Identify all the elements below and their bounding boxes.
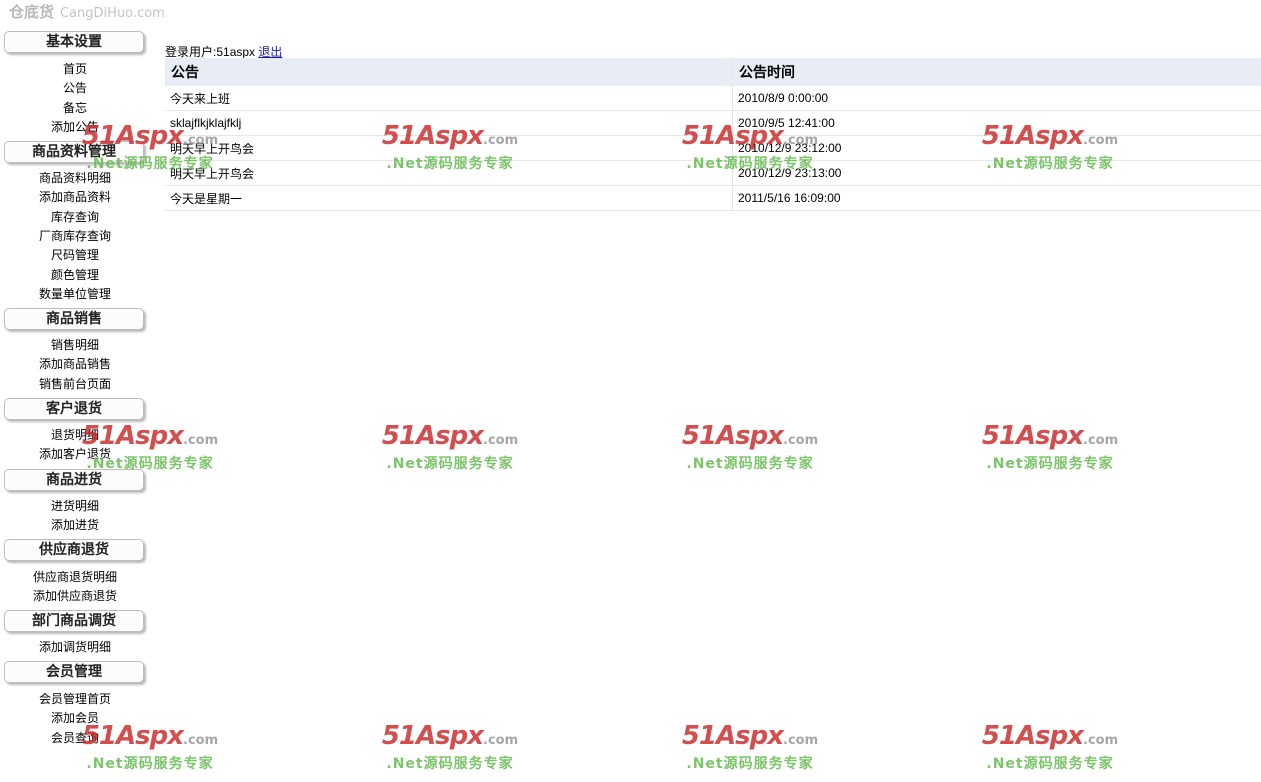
sidebar-item[interactable]: 添加进货 — [0, 516, 150, 535]
sidebar-nav: 基本设置首页公告备忘添加公告商品资料管理商品资料明细添加商品资料库存查询厂商库存… — [0, 0, 150, 735]
watermark-suffix: .com — [483, 733, 518, 748]
watermark-suffix: .com — [1083, 433, 1118, 448]
table-row[interactable]: 今天来上班2010/8/9 0:00:00 — [165, 86, 1261, 111]
sidebar-section-header[interactable]: 商品销售 — [4, 308, 144, 330]
watermark-brand: 51Aspx.com — [380, 422, 520, 455]
watermark-suffix: .com — [783, 433, 818, 448]
login-label: 登录用户: — [165, 45, 216, 59]
watermark-tagline: .Net源码服务专家 — [80, 755, 220, 773]
notice-title-cell: sklajflkjklajfklj — [165, 111, 733, 136]
watermark-tagline: .Net源码服务专家 — [680, 455, 820, 473]
sidebar-section-header[interactable]: 基本设置 — [4, 31, 144, 53]
watermark-brand-text: 51Aspx — [982, 421, 1083, 451]
watermark-brand: 51Aspx.com — [980, 422, 1120, 455]
column-header-time[interactable]: 公告时间 — [733, 58, 1261, 86]
sidebar-item[interactable]: 公告 — [0, 79, 150, 98]
watermark-brand-text: 51Aspx — [682, 721, 783, 751]
table-row[interactable]: sklajflkjklajfklj2010/9/5 12:41:00 — [165, 111, 1261, 136]
sidebar-item[interactable]: 添加商品资料 — [0, 188, 150, 207]
watermark-brand-text: 51Aspx — [382, 721, 483, 751]
watermark: 51Aspx.com.Net源码服务专家 — [980, 422, 1120, 482]
sidebar-section-header[interactable]: 商品进货 — [4, 469, 144, 491]
notice-time-cell: 2010/12/9 23:13:00 — [733, 161, 1261, 186]
sidebar-item[interactable]: 添加会员 — [0, 709, 150, 728]
notice-title-cell: 明天早上开鸟会 — [165, 161, 733, 186]
watermark: 51Aspx.com.Net源码服务专家 — [680, 422, 820, 482]
watermark: 51Aspx.com.Net源码服务专家 — [980, 722, 1120, 782]
sidebar-item[interactable]: 库存查询 — [0, 208, 150, 227]
watermark-tagline: .Net源码服务专家 — [680, 755, 820, 773]
notice-title-cell: 今天来上班 — [165, 86, 733, 111]
notice-time-cell: 2010/8/9 0:00:00 — [733, 86, 1261, 111]
watermark-brand-text: 51Aspx — [682, 421, 783, 451]
sidebar-item[interactable]: 会员查询 — [0, 729, 150, 748]
watermark-brand: 51Aspx.com — [980, 722, 1120, 755]
sidebar-item[interactable]: 厂商库存查询 — [0, 227, 150, 246]
sidebar-item[interactable]: 首页 — [0, 60, 150, 79]
watermark-brand-text: 51Aspx — [982, 721, 1083, 751]
watermark: 51Aspx.com.Net源码服务专家 — [380, 722, 520, 782]
username: 51aspx — [216, 45, 255, 59]
table-row[interactable]: 明天早上开鸟会2010/12/9 23:12:00 — [165, 136, 1261, 161]
watermark-tagline: .Net源码服务专家 — [380, 755, 520, 773]
sidebar-item[interactable]: 备忘 — [0, 99, 150, 118]
sidebar-section-header[interactable]: 部门商品调货 — [4, 610, 144, 632]
sidebar-item[interactable]: 数量单位管理 — [0, 285, 150, 304]
sidebar-item[interactable]: 商品资料明细 — [0, 169, 150, 188]
watermark: 51Aspx.com.Net源码服务专家 — [380, 422, 520, 482]
sidebar-item[interactable]: 销售明细 — [0, 336, 150, 355]
watermark-brand: 51Aspx.com — [380, 722, 520, 755]
watermark-brand: 51Aspx.com — [680, 422, 820, 455]
watermark-suffix: .com — [783, 733, 818, 748]
sidebar-section-header[interactable]: 会员管理 — [4, 661, 144, 683]
notice-time-cell: 2010/12/9 23:12:00 — [733, 136, 1261, 161]
notice-title-cell: 明天早上开鸟会 — [165, 136, 733, 161]
sidebar-item[interactable]: 尺码管理 — [0, 246, 150, 265]
watermark-tagline: .Net源码服务专家 — [980, 755, 1120, 773]
sidebar-item[interactable]: 添加调货明细 — [0, 638, 150, 657]
notice-table: 公告 公告时间 今天来上班2010/8/9 0:00:00sklajflkjkl… — [165, 58, 1261, 211]
watermark-tagline: .Net源码服务专家 — [980, 455, 1120, 473]
sidebar-item[interactable]: 添加商品销售 — [0, 355, 150, 374]
sidebar-section-header[interactable]: 商品资料管理 — [4, 141, 144, 163]
sidebar-item[interactable]: 进货明细 — [0, 497, 150, 516]
sidebar-section-header[interactable]: 客户退货 — [4, 398, 144, 420]
watermark-suffix: .com — [1083, 733, 1118, 748]
logout-link[interactable]: 退出 — [258, 45, 282, 59]
watermark-brand: 51Aspx.com — [680, 722, 820, 755]
table-header-row: 公告 公告时间 — [165, 58, 1261, 86]
sidebar-item[interactable]: 添加客户退货 — [0, 445, 150, 464]
notice-time-cell: 2011/5/16 16:09:00 — [733, 186, 1261, 211]
watermark-brand-text: 51Aspx — [382, 421, 483, 451]
sidebar-item[interactable]: 会员管理首页 — [0, 690, 150, 709]
sidebar-item[interactable]: 添加供应商退货 — [0, 587, 150, 606]
sidebar-item[interactable]: 供应商退货明细 — [0, 568, 150, 587]
sidebar-item[interactable]: 退货明细 — [0, 426, 150, 445]
column-header-notice[interactable]: 公告 — [165, 58, 733, 86]
notice-title-cell: 今天是星期一 — [165, 186, 733, 211]
watermark: 51Aspx.com.Net源码服务专家 — [680, 722, 820, 782]
sidebar-section-header[interactable]: 供应商退货 — [4, 539, 144, 561]
sidebar-item[interactable]: 添加公告 — [0, 118, 150, 137]
sidebar-item[interactable]: 销售前台页面 — [0, 375, 150, 394]
watermark-suffix: .com — [183, 733, 218, 748]
watermark-suffix: .com — [483, 433, 518, 448]
sidebar-item[interactable]: 颜色管理 — [0, 266, 150, 285]
notice-time-cell: 2010/9/5 12:41:00 — [733, 111, 1261, 136]
watermark-suffix: .com — [183, 433, 218, 448]
watermark-tagline: .Net源码服务专家 — [380, 455, 520, 473]
table-row[interactable]: 今天是星期一2011/5/16 16:09:00 — [165, 186, 1261, 211]
table-row[interactable]: 明天早上开鸟会2010/12/9 23:13:00 — [165, 161, 1261, 186]
